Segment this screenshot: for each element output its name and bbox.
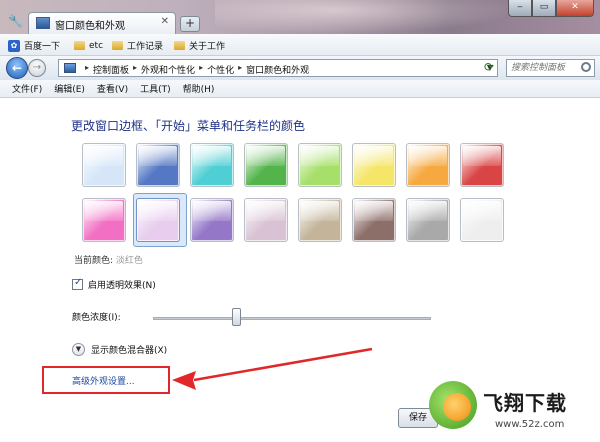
folder-icon	[174, 41, 185, 50]
close-window-button[interactable]: ✕	[556, 0, 594, 17]
favorite-work-log[interactable]: 工作记录	[112, 38, 163, 53]
menu-edit[interactable]: 编辑(E)	[54, 82, 85, 95]
refresh-icon[interactable]: ⟳	[484, 60, 494, 74]
chevron-right-icon[interactable]: ▸	[133, 63, 137, 76]
baidu-paw-icon: ✿	[8, 39, 20, 52]
watermark-url: www.52z.com	[495, 419, 565, 430]
navigation-bar: ← → ▸ 控制面板 ▸ 外观和个性化 ▸ 个性化 ▸ 窗口颜色和外观 ▼ ⟳	[0, 56, 600, 80]
close-tab-icon[interactable]: ✕	[161, 16, 169, 27]
window-controls: ‒ ▭ ✕	[508, 0, 594, 18]
arrow-head-shape	[172, 371, 196, 390]
menu-help[interactable]: 帮助(H)	[183, 82, 215, 95]
favorite-label: 关于工作	[189, 42, 226, 52]
menu-file[interactable]: 文件(F)	[12, 82, 42, 95]
favorite-about-work[interactable]: 关于工作	[174, 38, 225, 53]
menu-view[interactable]: 查看(V)	[97, 82, 128, 95]
breadcrumb-personalization[interactable]: 个性化	[207, 63, 234, 76]
back-button[interactable]: ←	[6, 57, 28, 79]
favorite-etc[interactable]: etc	[74, 38, 103, 53]
breadcrumb-appearance[interactable]: 外观和个性化	[141, 63, 195, 76]
search-box	[506, 59, 595, 77]
titlebar-background-image	[215, 0, 515, 34]
maximize-button[interactable]: ▭	[532, 0, 556, 17]
browser-titlebar: 🔧 窗口颜色和外观 ✕ + ‒ ▭ ✕	[0, 0, 600, 34]
chevron-right-icon[interactable]: ▸	[85, 63, 89, 76]
search-input[interactable]	[507, 60, 581, 76]
watermark-logo: 飞翔下载 www.52z.com	[425, 381, 595, 437]
favorite-label: 百度一下	[24, 42, 61, 52]
chevron-right-icon[interactable]: ▸	[199, 63, 203, 76]
tab-title: 窗口颜色和外观	[55, 21, 125, 32]
favorite-baidu[interactable]: ✿ 百度一下	[8, 38, 60, 53]
new-tab-button[interactable]: +	[180, 16, 200, 32]
menu-bar: 文件(F) 编辑(E) 查看(V) 工具(T) 帮助(H)	[0, 80, 600, 98]
search-icon[interactable]	[581, 62, 591, 72]
control-panel-icon	[64, 63, 76, 73]
breadcrumb-control-panel[interactable]: 控制面板	[93, 63, 129, 76]
wrench-icon[interactable]: 🔧	[8, 14, 23, 28]
watermark-name: 飞翔下载	[483, 391, 567, 415]
tab-window-color[interactable]: 窗口颜色和外观 ✕	[28, 12, 176, 34]
chevron-right-icon[interactable]: ▸	[238, 63, 242, 76]
folder-icon	[112, 41, 123, 50]
forward-button[interactable]: →	[28, 59, 46, 77]
favorite-label: 工作记录	[127, 42, 164, 52]
folder-icon	[74, 41, 85, 50]
main-content: 更改窗口边框、「开始」菜单和任务栏的颜色 当前颜色: 淡红色 启用透明效果(N)…	[0, 99, 600, 442]
control-panel-icon	[36, 17, 50, 29]
menu-tools[interactable]: 工具(T)	[140, 82, 171, 95]
arrow-shaft-shape	[193, 347, 373, 382]
favorites-bar: ✿ 百度一下 etc 工作记录 关于工作	[0, 34, 600, 56]
address-field[interactable]: ▸ 控制面板 ▸ 外观和个性化 ▸ 个性化 ▸ 窗口颜色和外观 ▼	[58, 59, 498, 77]
favorite-label: etc	[89, 40, 104, 51]
logo-inner-shape	[443, 393, 471, 421]
breadcrumb-window-color[interactable]: 窗口颜色和外观	[246, 63, 309, 76]
minimize-button[interactable]: ‒	[508, 0, 532, 17]
breadcrumb: ▸ 控制面板 ▸ 外观和个性化 ▸ 个性化 ▸ 窗口颜色和外观	[81, 63, 309, 76]
